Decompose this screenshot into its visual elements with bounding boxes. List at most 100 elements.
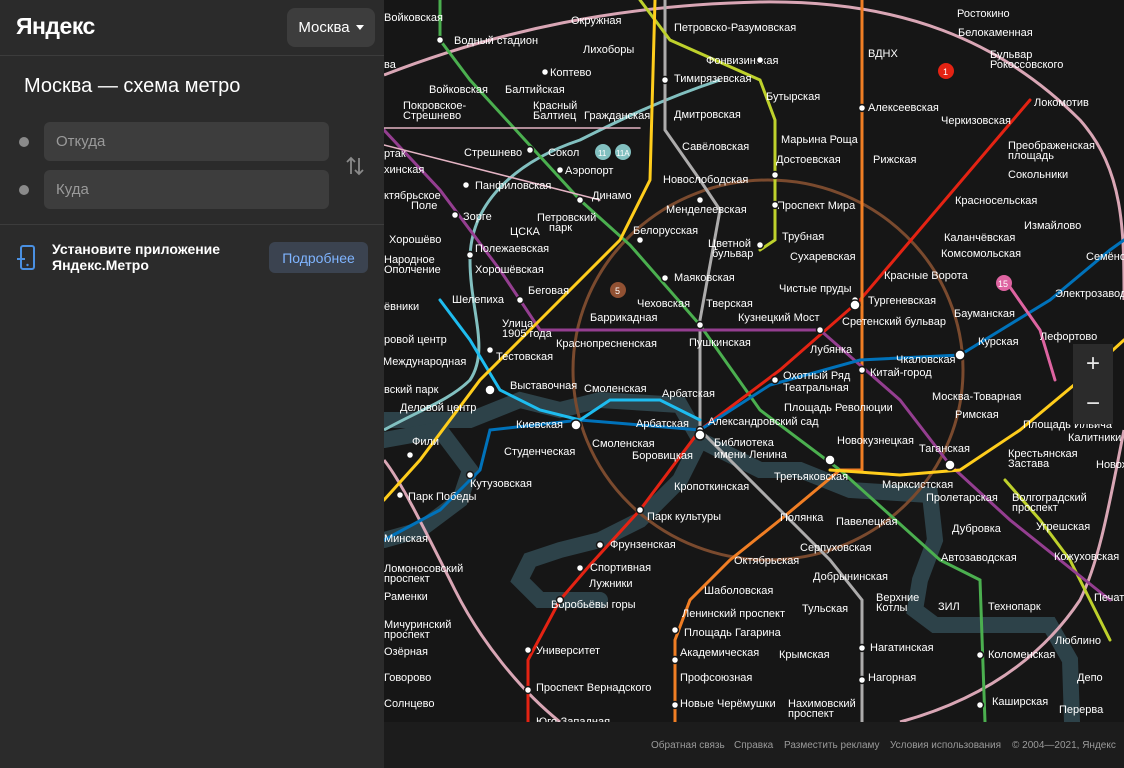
svg-text:Бутырская: Бутырская [766,91,820,103]
help-link[interactable]: Справка [734,740,773,751]
svg-text:Тимирязевская: Тимирязевская [674,73,751,85]
svg-text:Балтиец: Балтиец [533,110,577,122]
svg-text:Чкаловская: Чкаловская [896,354,956,366]
svg-text:ва: ва [384,59,397,71]
svg-text:имени Ленина: имени Ленина [714,449,788,461]
svg-text:Красные Ворота: Красные Ворота [884,270,969,282]
svg-text:Коптево: Коптево [550,67,591,79]
svg-text:Войковская: Войковская [429,84,488,96]
svg-text:Достоевская: Достоевская [776,154,841,166]
svg-text:проспект: проспект [1012,502,1058,514]
svg-text:Стрешнево: Стрешнево [403,110,461,122]
svg-text:Электрозаводская: Электрозаводская [1055,288,1124,300]
divider [0,55,384,56]
metro-map[interactable]: Окружная Петровско-Разумовская Ростокино… [384,0,1124,722]
svg-text:Красносельская: Красносельская [955,195,1037,207]
feedback-link[interactable]: Обратная связь [651,740,725,751]
svg-text:Фили: Фили [412,436,439,448]
svg-text:Автозаводская: Автозаводская [941,552,1017,564]
copyright: © 2004—2021, Яндекс [1012,740,1116,751]
svg-text:Трубная: Трубная [782,231,824,243]
svg-text:Ростокино: Ростокино [957,8,1010,20]
zoom-in-button[interactable]: + [1073,344,1113,384]
svg-text:Смоленская: Смоленская [584,383,647,395]
svg-text:Ополчение: Ополчение [384,264,441,276]
ads-link[interactable]: Разместить рекламу [784,740,880,751]
svg-text:Лужники: Лужники [589,578,633,590]
more-button[interactable]: Подробнее [269,242,368,273]
svg-text:Фрунзенская: Фрунзенская [610,539,676,551]
terms-link[interactable]: Условия использования [890,740,1001,751]
svg-text:Савёловская: Савёловская [682,141,749,153]
svg-text:Кропоткинская: Кропоткинская [674,481,749,493]
svg-text:Рокоссовского: Рокоссовского [990,59,1063,71]
svg-text:Минская: Минская [384,533,428,545]
svg-text:Ленинский проспект: Ленинский проспект [682,608,785,620]
svg-text:ЗИЛ: ЗИЛ [938,601,960,613]
svg-text:Чеховская: Чеховская [637,298,690,310]
svg-text:Войковская: Войковская [384,12,443,24]
from-dot-icon [19,137,29,147]
svg-text:Технопарк: Технопарк [988,601,1041,613]
svg-text:Котлы: Котлы [876,602,907,614]
svg-text:Кутузовская: Кутузовская [470,478,532,490]
page-title: Москва — схема метро [24,75,241,97]
svg-text:Новые Черёмушки: Новые Черёмушки [680,698,776,710]
svg-text:Зорге: Зорге [463,211,492,223]
svg-text:Нагатинская: Нагатинская [870,642,934,654]
svg-text:проспект: проспект [384,629,430,641]
svg-text:Солнцево: Солнцево [384,698,434,710]
svg-text:15: 15 [998,279,1008,289]
svg-text:Боровицкая: Боровицкая [632,450,693,462]
svg-text:проспект: проспект [384,573,430,585]
svg-text:Охотный Ряд: Охотный Ряд [783,370,851,382]
svg-text:Академическая: Академическая [680,647,759,659]
svg-text:Театральная: Театральная [783,382,849,394]
svg-text:Арбатская: Арбатская [662,388,715,400]
yandex-logo[interactable]: Яндекс [16,13,95,40]
svg-text:Шелепиха: Шелепиха [452,294,505,306]
svg-text:Университет: Университет [536,645,600,657]
svg-text:Лефортово: Лефортово [1040,331,1097,343]
svg-text:Черкизовская: Черкизовская [941,115,1011,127]
from-input[interactable] [44,122,329,161]
svg-text:Чистые пруды: Чистые пруды [779,283,852,295]
svg-text:Беговая: Беговая [528,285,569,297]
svg-text:Александровский сад: Александровский сад [708,416,819,428]
to-input[interactable] [44,170,329,209]
zoom-out-button[interactable]: − [1073,384,1113,424]
svg-text:ЦСКА: ЦСКА [510,226,540,238]
minus-icon: − [1085,390,1100,417]
svg-text:Серпуховская: Серпуховская [800,542,872,554]
svg-text:Балтийская: Балтийская [505,84,565,96]
svg-text:проспект: проспект [788,708,834,720]
svg-text:Сретенский бульвар: Сретенский бульвар [842,316,946,328]
svg-text:Говорово: Говорово [384,672,431,684]
svg-text:Депо: Депо [1077,672,1103,684]
svg-text:Студенческая: Студенческая [504,446,575,458]
svg-text:Семёновская: Семёновская [1086,251,1124,263]
svg-text:Краснопресненская: Краснопресненская [556,338,657,350]
svg-text:Парк культуры: Парк культуры [647,511,721,523]
svg-text:Каланчёвская: Каланчёвская [944,232,1015,244]
svg-text:Люблино: Люблино [1055,635,1101,647]
svg-text:1905 года: 1905 года [502,328,553,340]
svg-text:Маяковская: Маяковская [674,272,735,284]
city-select-button[interactable]: Москва [287,8,375,47]
svg-text:Хорошёвская: Хорошёвская [475,264,544,276]
svg-text:Гражданская: Гражданская [584,110,650,122]
svg-text:Павелецкая: Павелецкая [836,516,898,528]
svg-text:Петровско-Разумовская: Петровско-Разумовская [674,22,796,34]
svg-text:Тульская: Тульская [802,603,848,615]
svg-text:Международная: Международная [384,356,466,368]
swap-icon[interactable] [343,154,367,178]
svg-text:Кузнецкий Мост: Кузнецкий Мост [738,312,820,324]
svg-text:Арбатская: Арбатская [636,418,689,430]
svg-text:Парк Победы: Парк Победы [408,491,477,503]
svg-text:Стрешнево: Стрешнево [464,147,522,159]
svg-text:Кожуховская: Кожуховская [1054,551,1119,563]
svg-text:ВДНХ: ВДНХ [868,48,898,60]
promo-text: Установите приложение Яндекс.Метро [52,241,221,273]
svg-text:Окружная: Окружная [571,15,622,27]
svg-text:Аэропорт: Аэропорт [565,165,613,177]
